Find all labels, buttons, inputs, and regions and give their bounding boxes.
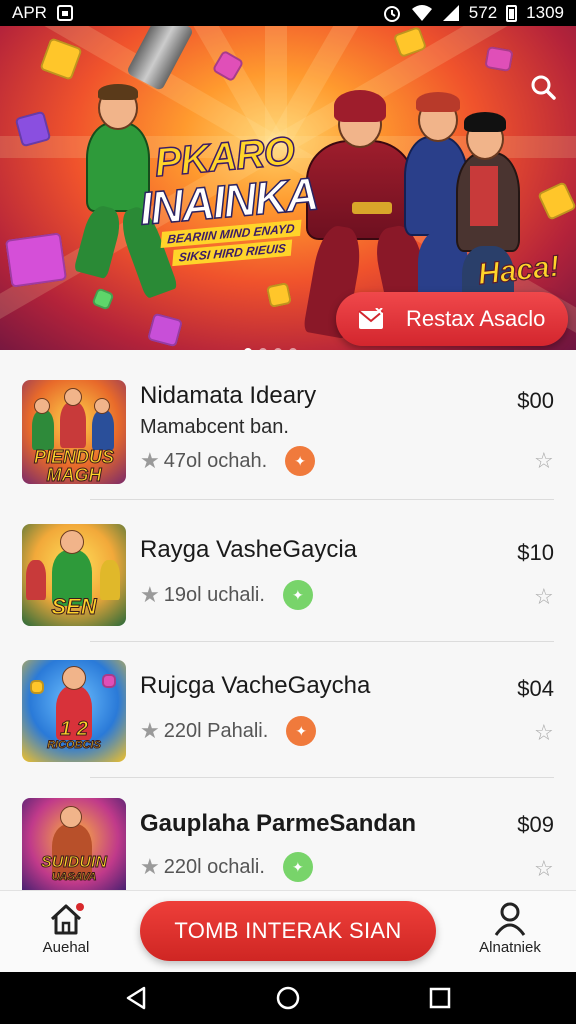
list-item[interactable]: 1 2 RICOBCIS Rujcga VacheGaycha ★ 220l P… bbox=[0, 642, 576, 778]
list-item[interactable]: SUIDUIN UASAVA Gauplaha ParmeSandan ★ 22… bbox=[0, 778, 576, 890]
thumb-label: PIENDUS bbox=[33, 447, 114, 467]
back-button[interactable] bbox=[122, 984, 150, 1012]
star-icon: ★ bbox=[140, 718, 160, 743]
bottom-navigation: Auehal TOMB INTERAK SIAN Alnatniek bbox=[0, 890, 576, 972]
notification-icon bbox=[56, 5, 73, 21]
nav-home-label: Auehal bbox=[42, 939, 90, 956]
search-button[interactable] bbox=[528, 72, 558, 102]
floating-cube bbox=[265, 281, 293, 309]
game-rating: 220l Pahali. bbox=[163, 719, 269, 742]
home-circle-icon bbox=[276, 986, 300, 1010]
star-icon: ★ bbox=[140, 582, 160, 607]
divider bbox=[90, 499, 554, 500]
game-thumbnail[interactable]: PIENDUS MAGH bbox=[22, 380, 126, 484]
floating-cube bbox=[91, 287, 115, 311]
search-icon bbox=[531, 75, 556, 100]
recents-square-icon bbox=[429, 987, 451, 1009]
thumb-label: MAGH bbox=[46, 465, 102, 485]
game-meta: ★ 220l Pahali. ✦ bbox=[140, 716, 317, 746]
battery-text: 572 bbox=[468, 3, 498, 22]
game-rating: 47ol ochah. bbox=[163, 449, 268, 472]
list-item[interactable]: SEN Rayga VasheGaycia ★ 19ol uchali. ✦ $… bbox=[0, 506, 576, 642]
game-price: $09 bbox=[517, 812, 554, 837]
main-cta-button[interactable]: TOMB INTERAK SIAN bbox=[140, 901, 436, 961]
favorite-star-icon[interactable]: ☆ bbox=[534, 448, 554, 474]
floating-cube bbox=[4, 232, 68, 288]
home-system-button[interactable] bbox=[274, 984, 302, 1012]
game-title: Rayga VasheGaycia bbox=[140, 536, 358, 563]
list-item[interactable]: PIENDUS MAGH Nidamata Ideary Mamabcent b… bbox=[0, 364, 576, 500]
game-price: $00 bbox=[517, 388, 554, 413]
game-price: $10 bbox=[517, 540, 554, 565]
game-thumbnail[interactable]: SUIDUIN UASAVA bbox=[22, 798, 126, 890]
thumb-label: RICOBCIS bbox=[47, 739, 102, 752]
hero-corner-text: Haca! bbox=[476, 249, 562, 292]
game-thumbnail[interactable]: 1 2 RICOBCIS bbox=[22, 660, 126, 762]
system-navigation-bar bbox=[0, 972, 576, 1024]
nav-profile[interactable]: Alnatniek bbox=[470, 901, 550, 956]
thumb-label: UASAVA bbox=[51, 871, 97, 884]
status-bar: APR 572 1309 bbox=[0, 0, 576, 26]
game-list: PIENDUS MAGH Nidamata Ideary Mamabcent b… bbox=[0, 350, 576, 890]
favorite-star-icon[interactable]: ☆ bbox=[534, 720, 554, 746]
nav-profile-label: Alnatniek bbox=[479, 939, 541, 956]
sparkle-badge-icon: ✦ bbox=[285, 446, 316, 476]
star-icon: ★ bbox=[140, 448, 160, 473]
profile-icon bbox=[494, 902, 526, 936]
favorite-star-icon[interactable]: ☆ bbox=[534, 584, 554, 610]
floating-cube bbox=[537, 181, 576, 221]
battery-icon bbox=[506, 4, 518, 22]
thumb-label: SEN bbox=[51, 594, 97, 619]
game-rating: 220l ochali. bbox=[163, 855, 265, 878]
clock: 1309 bbox=[526, 3, 564, 22]
floating-cube bbox=[484, 45, 514, 73]
nav-home[interactable]: Auehal bbox=[26, 901, 106, 956]
status-date: APR bbox=[12, 3, 47, 22]
favorite-star-icon[interactable]: ☆ bbox=[534, 856, 554, 882]
sparkle-badge-icon: ✦ bbox=[282, 580, 313, 610]
mail-icon bbox=[358, 308, 384, 329]
home-icon bbox=[50, 903, 84, 935]
game-title: Rujcga VacheGaycha bbox=[140, 672, 371, 699]
game-meta: ★ 47ol ochah. ✦ bbox=[140, 446, 316, 476]
back-triangle-icon bbox=[126, 986, 146, 1010]
hero-cta-button[interactable]: Restax Asaclo bbox=[336, 292, 568, 346]
recents-button[interactable] bbox=[426, 984, 454, 1012]
game-price: $04 bbox=[517, 676, 554, 701]
wifi-icon bbox=[411, 5, 432, 21]
hero-cta-label: Restax Asaclo bbox=[406, 306, 546, 331]
game-title: Gauplaha ParmeSandan bbox=[140, 810, 417, 837]
sparkle-badge-icon: ✦ bbox=[282, 852, 313, 882]
signal-icon bbox=[442, 5, 459, 21]
game-meta: ★ 19ol uchali. ✦ bbox=[140, 580, 313, 610]
game-title: Nidamata Ideary bbox=[140, 382, 317, 409]
star-icon: ★ bbox=[140, 854, 160, 879]
game-thumbnail[interactable]: SEN bbox=[22, 524, 126, 626]
hero-title: PKARO INAINKA BEARIIN MIND ENAYD SIKSI H… bbox=[133, 128, 323, 269]
game-subtitle: Mamabcent ban. bbox=[140, 416, 289, 438]
floating-cube bbox=[146, 312, 184, 348]
main-cta-label: TOMB INTERAK SIAN bbox=[174, 918, 402, 943]
game-rating: 19ol uchali. bbox=[163, 583, 265, 606]
alarm-icon bbox=[383, 6, 400, 22]
sparkle-badge-icon: ✦ bbox=[286, 716, 317, 746]
game-meta: ★ 220l ochali. ✦ bbox=[140, 852, 313, 882]
